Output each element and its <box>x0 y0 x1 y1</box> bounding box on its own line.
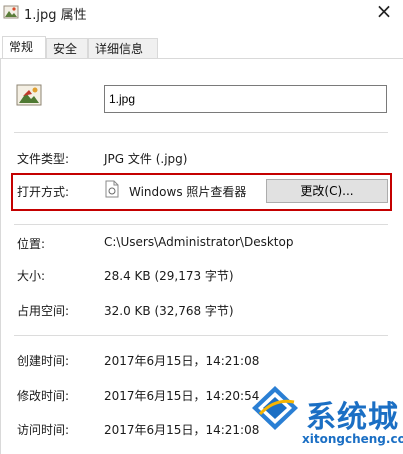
title-bar: 1.jpg 属性 × <box>0 0 403 32</box>
size-label: 大小: <box>17 269 46 283</box>
photo-viewer-icon <box>105 180 119 198</box>
location-label: 位置: <box>17 237 46 251</box>
file-name-input[interactable] <box>104 85 387 113</box>
panel-border <box>0 58 403 59</box>
file-type-label: 文件类型: <box>17 152 70 166</box>
watermark-logo-icon <box>252 386 298 430</box>
watermark-subtext: xitongcheng.com <box>302 432 403 446</box>
accessed-value: 2017年6月15日，14:21:08 <box>104 423 260 437</box>
separator <box>14 224 388 225</box>
tab-details[interactable]: 详细信息 <box>88 38 158 58</box>
panel-border-left <box>0 58 1 454</box>
modified-label: 修改时间: <box>17 389 70 403</box>
size-on-disk-label: 占用空间: <box>17 304 70 318</box>
size-value: 28.4 KB (29,173 字节) <box>104 269 234 283</box>
close-button[interactable]: × <box>371 0 397 26</box>
tab-bar: 常规 安全 详细信息 <box>0 36 403 59</box>
separator <box>14 132 388 133</box>
open-with-app: Windows 照片查看器 <box>129 185 247 199</box>
window-title: 1.jpg 属性 <box>24 8 87 23</box>
accessed-label: 访问时间: <box>17 423 70 437</box>
size-on-disk-value: 32.0 KB (32,768 字节) <box>104 304 234 318</box>
location-value: C:\Users\Administrator\Desktop <box>104 235 294 249</box>
tab-general[interactable]: 常规 <box>2 36 46 59</box>
file-type-value: JPG 文件 (.jpg) <box>104 152 188 166</box>
open-with-label: 打开方式: <box>17 185 70 199</box>
change-button[interactable]: 更改(C)... <box>266 179 388 203</box>
separator <box>14 335 388 336</box>
watermark-text: 系统城 <box>306 400 399 435</box>
image-file-icon <box>16 84 42 106</box>
created-value: 2017年6月15日，14:21:08 <box>104 354 260 368</box>
modified-value: 2017年6月15日，14:20:54 <box>104 389 260 403</box>
image-file-icon <box>3 5 19 19</box>
watermark: 系统城 xitongcheng.com <box>250 380 403 454</box>
tab-security[interactable]: 安全 <box>46 38 88 58</box>
created-label: 创建时间: <box>17 354 70 368</box>
